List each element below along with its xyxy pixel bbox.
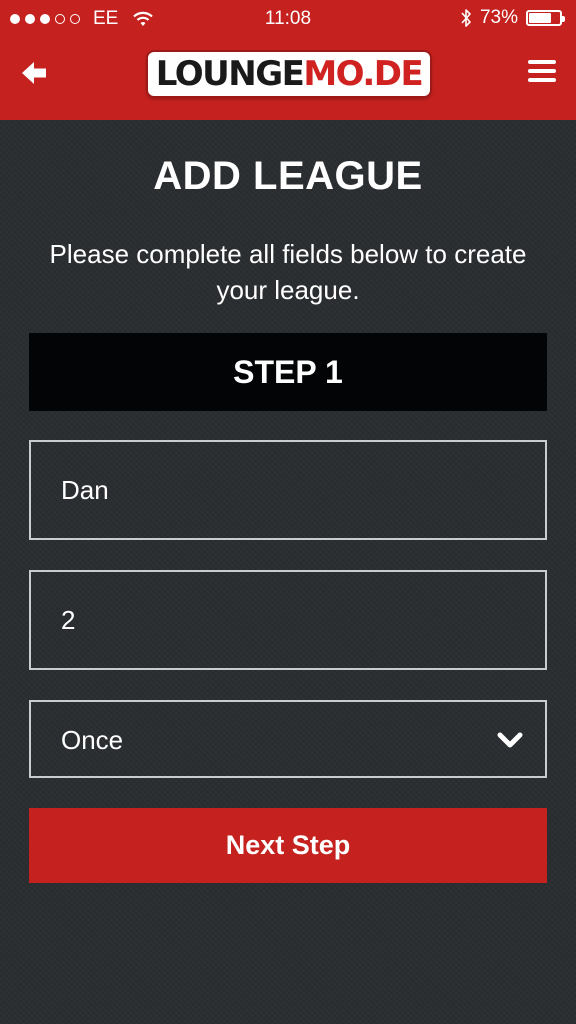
frequency-selected-value: Once [61,725,124,755]
chevron-down-icon [497,732,523,748]
league-name-input[interactable] [29,440,547,540]
app-logo[interactable]: LOUNGE MO.DE [148,52,430,96]
battery-level [529,13,551,23]
bluetooth-icon [461,9,471,27]
status-bar: EE 11:08 73% [0,0,576,40]
page-title: ADD LEAGUE [153,154,423,198]
arrow-left-icon[interactable] [18,56,52,90]
battery-icon [526,10,565,26]
intro-text: Please complete all fields below to crea… [49,239,527,305]
step-label: STEP 1 [233,353,343,390]
menu-line [528,69,556,73]
step-header: STEP 1 [29,333,547,411]
app-header: EE 11:08 73% LOUNGE MO.DE [0,0,576,120]
league-number-input[interactable] [29,570,547,670]
next-step-button[interactable]: Next Step [29,808,547,883]
logo-text-accent: MO.DE [303,54,423,94]
battery-percent: 73% [479,7,518,28]
hamburger-menu-icon[interactable] [528,60,556,84]
frequency-select[interactable]: Once [29,700,547,778]
menu-line [528,78,556,82]
logo-text-primary: LOUNGE [155,54,305,94]
navigation-bar: LOUNGE MO.DE [0,40,576,120]
menu-line [528,60,556,64]
battery-group: 73% [460,7,565,29]
